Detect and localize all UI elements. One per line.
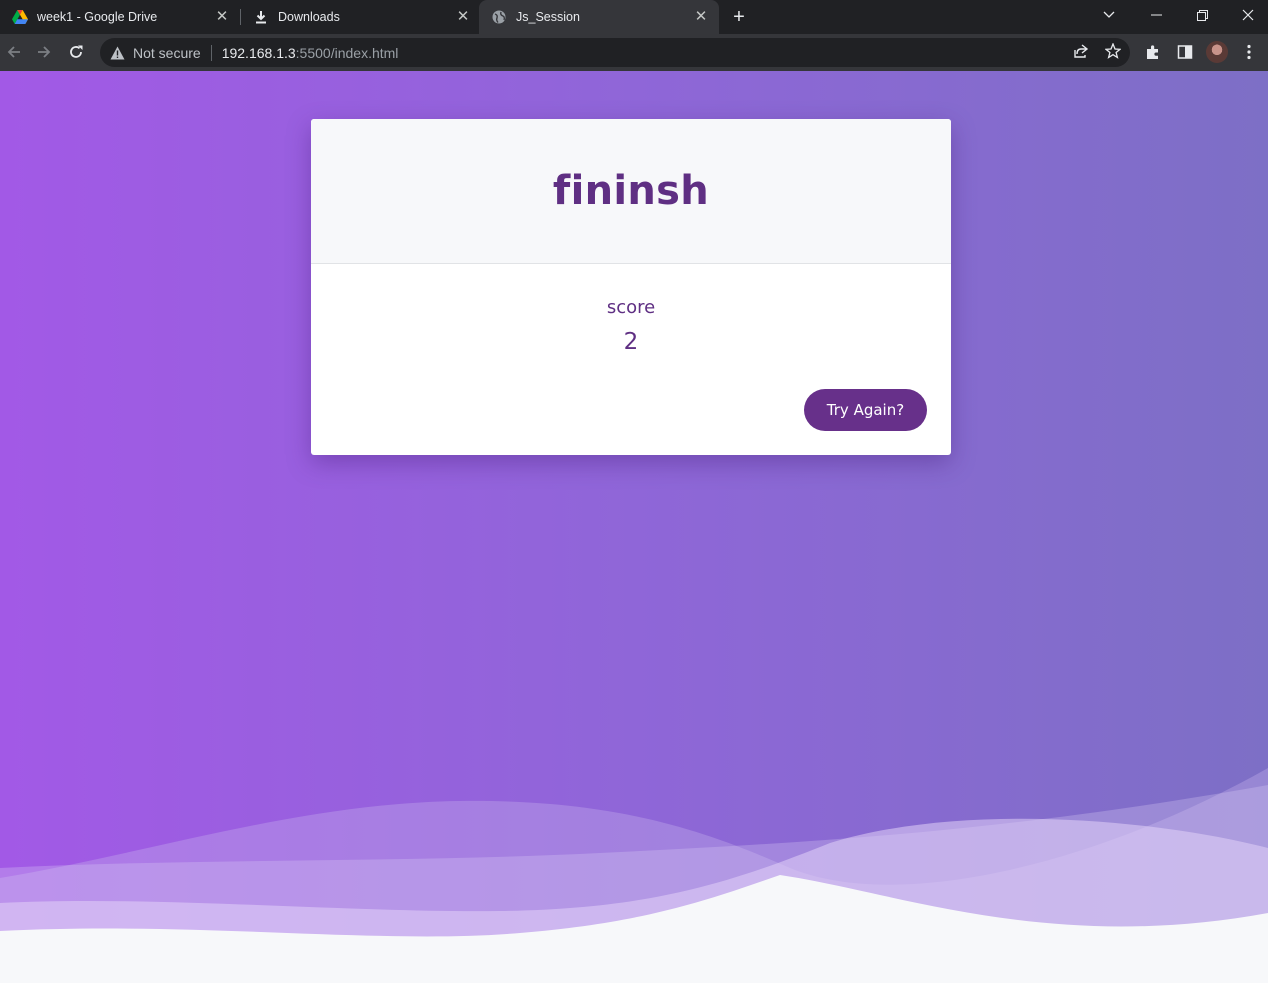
more-vertical-icon (1247, 44, 1251, 60)
tab-title: Js_Session (516, 10, 580, 24)
tab-strip: week1 - Google Drive ✕ Downloads ✕ Js_Se… (0, 0, 1268, 34)
avatar (1206, 41, 1228, 63)
page-content: fininsh score 2 Try Again? (0, 71, 1268, 983)
star-icon (1105, 43, 1121, 59)
browser-toolbar: Not secure 192.168.1.3:5500/index.html (0, 34, 1268, 71)
extensions-button[interactable] (1141, 40, 1165, 64)
forward-button[interactable] (32, 40, 56, 64)
result-card: fininsh score 2 Try Again? (311, 119, 951, 455)
warning-icon[interactable] (110, 46, 125, 60)
tab-search-button[interactable] (1086, 0, 1132, 30)
arrow-left-icon (7, 46, 20, 58)
card-header: fininsh (311, 119, 951, 264)
url-path: :5500/index.html (295, 44, 399, 61)
menu-button[interactable] (1237, 40, 1261, 64)
share-icon (1074, 44, 1089, 58)
restore-icon (1196, 9, 1208, 21)
back-button[interactable] (2, 40, 26, 64)
address-divider (210, 44, 212, 61)
score-value: 2 (623, 329, 639, 355)
new-tab-button[interactable]: + (728, 6, 750, 28)
arrow-right-icon (38, 46, 51, 58)
close-window-button[interactable] (1225, 0, 1268, 30)
close-tab-icon[interactable]: ✕ (455, 9, 471, 25)
share-button[interactable] (1070, 40, 1092, 62)
minimize-icon (1150, 14, 1162, 16)
tab-google-drive[interactable]: week1 - Google Drive ✕ (0, 0, 240, 34)
puzzle-icon (1147, 45, 1158, 59)
tab-js-session[interactable]: Js_Session ✕ (479, 0, 719, 34)
security-label[interactable]: Not secure (133, 45, 201, 61)
side-panel-icon (1177, 45, 1193, 59)
close-tab-icon[interactable]: ✕ (214, 9, 230, 25)
minimize-button[interactable] (1133, 0, 1179, 30)
try-again-button[interactable]: Try Again? (804, 389, 927, 431)
chevron-down-icon (1103, 11, 1115, 18)
page-title: fininsh (552, 168, 710, 214)
url-host: 192.168.1.3 (221, 44, 296, 61)
download-icon (253, 9, 269, 25)
close-icon (1242, 9, 1254, 21)
score-label: score (606, 297, 656, 318)
tab-title: Downloads (278, 10, 340, 24)
background-waves (0, 768, 1268, 983)
address-bar[interactable]: Not secure 192.168.1.3:5500/index.html (100, 38, 1130, 67)
side-panel-button[interactable] (1173, 40, 1197, 64)
tab-title: week1 - Google Drive (37, 10, 158, 24)
globe-icon (491, 9, 507, 25)
profile-button[interactable] (1205, 40, 1229, 64)
reload-button[interactable] (64, 40, 88, 64)
tab-downloads[interactable]: Downloads ✕ (241, 0, 481, 34)
close-tab-icon[interactable]: ✕ (693, 9, 709, 25)
restore-button[interactable] (1179, 0, 1225, 30)
reload-icon (70, 45, 83, 58)
bookmark-button[interactable] (1102, 40, 1124, 62)
google-drive-icon (12, 9, 28, 25)
